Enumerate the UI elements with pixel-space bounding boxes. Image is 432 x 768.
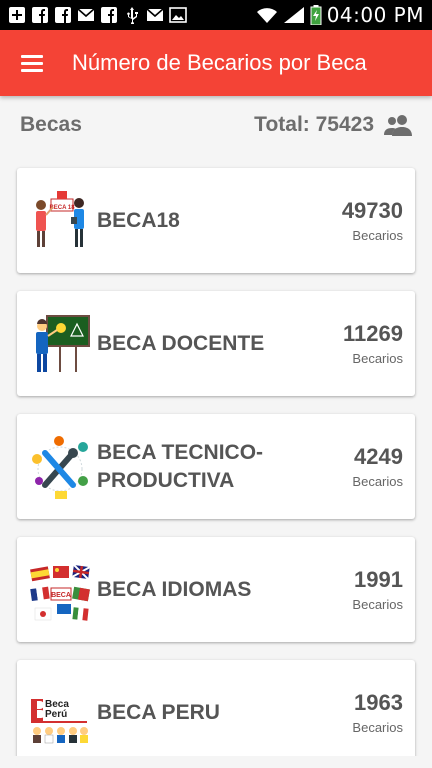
svg-text:BECA: BECA [51,592,71,599]
gmail-icon [146,6,164,24]
usb-icon [123,6,141,24]
becas-label: Becas [20,113,82,136]
app-bar: Número de Becarios por Beca [0,30,432,96]
count-value: 1991 [354,567,403,592]
system-icons: 04:00 PM [256,3,424,27]
menu-button[interactable] [0,30,64,96]
beca-card-tecnico-productiva[interactable]: BECA TECNICO-PRODUCTIVA 4249 Becarios [17,414,415,519]
count-label: Becarios [352,474,403,489]
flags-illustration: BECA [29,554,91,626]
beca-peru-logo: Beca Perú [29,677,91,749]
signal-icon [283,6,305,24]
facebook-icon [54,6,72,24]
tools-illustration [29,431,91,503]
beca-name: BECA IDIOMAS [97,577,252,601]
menu-icon [21,55,43,72]
status-bar: 04:00 PM [0,0,432,30]
wifi-icon [256,6,278,24]
beca-card-idiomas[interactable]: BECA BECA IDIOMAS 1991 Becarios [17,537,415,642]
beca-name: BECA TECNICO-PRODUCTIVA [97,440,264,492]
beca-card-peru[interactable]: Beca Perú BECA PERU 1963 Becarios [17,660,415,765]
count-label: Becarios [352,720,403,735]
beca-name: BECA DOCENTE [97,331,265,355]
beca-name: BECA PERU [97,700,220,724]
count-value: 4249 [354,444,403,469]
clock: 04:00 PM [326,3,424,27]
plus-box-icon [8,6,26,24]
facebook-icon [100,6,118,24]
count-label: Becarios [352,228,403,243]
count-value: 49730 [341,198,403,223]
beca-count: 4249 Becarios [352,444,403,489]
beca18-illustration: BECA 18 [29,185,91,257]
beca-count: 11269 Becarios [343,321,403,366]
beca-card-docente[interactable]: BECA DOCENTE 11269 Becarios [17,291,415,396]
total-label: Total: 75423 [254,113,374,136]
gmail-icon [77,6,95,24]
bottom-edge [0,756,432,768]
teacher-illustration [29,308,91,380]
beca-card-beca18[interactable]: BECA 18 BECA18 49730 Becarios [17,168,415,273]
notification-icons [8,6,187,24]
beca-count: 1963 Becarios [352,690,403,735]
people-icon [384,114,412,136]
count-label: Becarios [352,597,403,612]
page-title: Número de Becarios por Beca [72,50,367,75]
image-icon [169,6,187,24]
facebook-icon [31,6,49,24]
count-value: 11269 [343,321,403,346]
svg-text:Perú: Perú [45,709,67,720]
count-value: 1963 [354,690,403,715]
beca-name: BECA18 [97,208,180,232]
beca-count: 49730 Becarios [342,198,403,243]
battery-charging-icon [310,5,322,25]
count-label: Becarios [352,351,403,366]
beca-count: 1991 Becarios [352,567,403,612]
summary-row: Becas Total: 75423 [0,96,432,154]
total-container: Total: 75423 [254,113,412,137]
